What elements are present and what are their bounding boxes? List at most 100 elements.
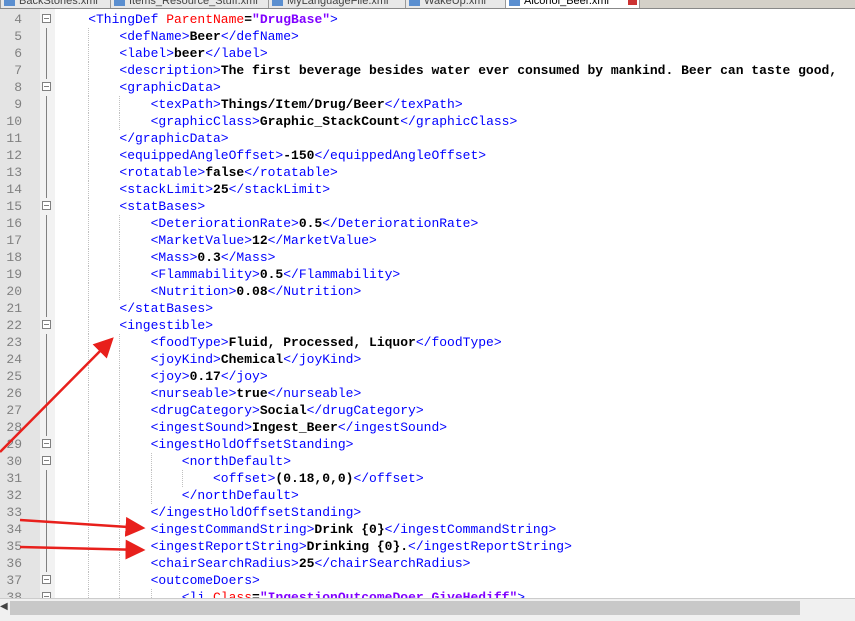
indent-guide [88, 555, 90, 572]
tab-wakeup-xml[interactable]: WakeUp.xml [405, 0, 520, 8]
line-number: 19 [6, 267, 22, 282]
code-line[interactable]: 6 <label>beer</label> [0, 45, 855, 62]
code-line[interactable]: 5 <defName>Beer</defName> [0, 28, 855, 45]
xml-tag: </graphicClass> [400, 114, 518, 129]
code-line[interactable]: 17 <MarketValue>12</MarketValue> [0, 232, 855, 249]
code-line[interactable]: 35 <ingestReportString>Drinking {0}.</ing… [0, 538, 855, 555]
tab-backstories-xml[interactable]: BackStories.xml [0, 0, 125, 8]
xml-tag: <DeteriorationRate> [150, 216, 299, 231]
fold-toggle-icon[interactable] [42, 575, 51, 584]
code-text: <equippedAngleOffset>-150</equippedAngle… [119, 147, 486, 164]
code-line[interactable]: 24 <joyKind>Chemical</joyKind> [0, 351, 855, 368]
indent-guide [88, 28, 90, 45]
code-line[interactable]: 36 <chairSearchRadius>25</chairSearchRadi… [0, 555, 855, 572]
xml-tag: <joyKind> [150, 352, 221, 367]
fold-toggle-icon[interactable] [42, 439, 51, 448]
code-line[interactable]: 4 <ThingDef ParentName="DrugBase"> [0, 11, 855, 28]
code-text: <joyKind>Chemical</joyKind> [151, 351, 362, 368]
file-icon [272, 0, 283, 6]
code-line[interactable]: 12 <equippedAngleOffset>-150</equippedAng… [0, 147, 855, 164]
code-line[interactable]: 28 <ingestSound>Ingest_Beer</ingestSound> [0, 419, 855, 436]
code-line[interactable]: 22 <ingestible> [0, 317, 855, 334]
code-line[interactable]: 14 <stackLimit>25</stackLimit> [0, 181, 855, 198]
code-line[interactable]: 8 <graphicData> [0, 79, 855, 96]
code-line[interactable]: 37 <outcomeDoers> [0, 572, 855, 589]
xml-text: beer [174, 46, 206, 61]
xml-text: Social [259, 403, 307, 418]
code-editor[interactable]: 4 <ThingDef ParentName="DrugBase"> 5 <defNa… [0, 9, 855, 598]
fold-line [46, 96, 47, 113]
code-line[interactable]: 15 <statBases> [0, 198, 855, 215]
tab-alcohol-beer-xml[interactable]: Alcohol_Beer.xml [505, 0, 640, 8]
indent-guide [119, 402, 121, 419]
xml-tag: > [330, 12, 338, 27]
xml-tag: <ingestReportString> [150, 539, 307, 554]
indent-guide [119, 521, 121, 538]
xml-tag: </nurseable> [267, 386, 362, 401]
code-line[interactable]: 16 <DeteriorationRate>0.5</DeteriorationR… [0, 215, 855, 232]
indent-guide [119, 589, 121, 598]
code-text: <MarketValue>12</MarketValue> [151, 232, 377, 249]
code-line[interactable]: 30 <northDefault> [0, 453, 855, 470]
code-text: <description>The first beverage besides … [119, 62, 845, 79]
indent-guide [119, 538, 121, 555]
fold-line [46, 351, 47, 368]
code-line[interactable]: 26 <nurseable>true</nurseable> [0, 385, 855, 402]
xml-text: Drink {0} [314, 522, 385, 537]
indent-guide [119, 572, 121, 589]
code-text: <Flammability>0.5</Flammability> [151, 266, 401, 283]
fold-line [46, 555, 47, 572]
tab-label: BackStories.xml [19, 0, 98, 7]
xml-text: Drinking {0}. [306, 539, 409, 554]
fold-toggle-icon[interactable] [42, 82, 51, 91]
indent-guide [150, 453, 153, 470]
code-line[interactable]: 18 <Mass>0.3</Mass> [0, 249, 855, 266]
fold-toggle-icon[interactable] [42, 201, 51, 210]
code-text: </northDefault> [182, 487, 299, 504]
fold-line [46, 266, 47, 283]
fold-toggle-icon[interactable] [42, 456, 51, 465]
code-line[interactable]: 20 <Nutrition>0.08</Nutrition> [0, 283, 855, 300]
code-line[interactable]: 38 <li Class="IngestionOutcomeDoer_GiveHe… [0, 589, 855, 598]
code-line[interactable]: 7 <description>The first beverage besides… [0, 62, 855, 79]
horizontal-scrollbar[interactable]: ◀ [0, 598, 855, 621]
file-icon [409, 0, 420, 6]
code-line[interactable]: 34 <ingestCommandString>Drink {0}</ingest… [0, 521, 855, 538]
code-line[interactable]: 13 <rotatable>false</rotatable> [0, 164, 855, 181]
code-line[interactable]: 29 <ingestHoldOffsetStanding> [0, 436, 855, 453]
code-text: <ingestCommandString>Drink {0}</ingestCo… [151, 521, 557, 538]
code-line[interactable]: 25 <joy>0.17</joy> [0, 368, 855, 385]
fold-toggle-icon[interactable] [42, 14, 51, 23]
xml-text: = [252, 590, 260, 598]
tab-items-resource-stuff-xml[interactable]: Items_Resource_Stuff.xml [110, 0, 283, 8]
fold-line [46, 249, 47, 266]
code-line[interactable]: 21 </statBases> [0, 300, 855, 317]
indent-guide [88, 487, 90, 504]
scrollbar-thumb[interactable] [10, 601, 800, 615]
xml-tag: <ingestSound> [150, 420, 253, 435]
code-line[interactable]: 9 <texPath>Things/Item/Drug/Beer</texPath… [0, 96, 855, 113]
code-text: <ingestHoldOffsetStanding> [151, 436, 354, 453]
indent-guide [88, 385, 90, 402]
code-line[interactable]: 11 </graphicData> [0, 130, 855, 147]
line-number: 24 [6, 352, 22, 367]
code-line[interactable]: 31 <offset>(0.18,0,0)</offset> [0, 470, 855, 487]
fold-line [46, 487, 47, 504]
scroll-left-arrow-icon[interactable]: ◀ [0, 601, 8, 612]
code-line[interactable]: 19 <Flammability>0.5</Flammability> [0, 266, 855, 283]
code-line[interactable]: 10 <graphicClass>Graphic_StackCount</grap… [0, 113, 855, 130]
fold-line [46, 164, 47, 181]
tab-label: MyLanguageFile.xml [287, 0, 389, 7]
xml-text: The first beverage besides water ever co… [220, 63, 845, 78]
close-tab-icon[interactable] [628, 0, 637, 5]
code-line[interactable]: 23 <foodType>Fluid, Processed, Liquor</fo… [0, 334, 855, 351]
code-line[interactable]: 32 </northDefault> [0, 487, 855, 504]
tab-mylanguagefile-xml[interactable]: MyLanguageFile.xml [268, 0, 420, 8]
indent-guide [88, 96, 90, 113]
xml-tag: </ingestSound> [337, 420, 448, 435]
code-line[interactable]: 33 </ingestHoldOffsetStanding> [0, 504, 855, 521]
code-text: <defName>Beer</defName> [119, 28, 298, 45]
fold-toggle-icon[interactable] [42, 320, 51, 329]
line-number: 31 [6, 471, 22, 486]
code-line[interactable]: 27 <drugCategory>Social</drugCategory> [0, 402, 855, 419]
